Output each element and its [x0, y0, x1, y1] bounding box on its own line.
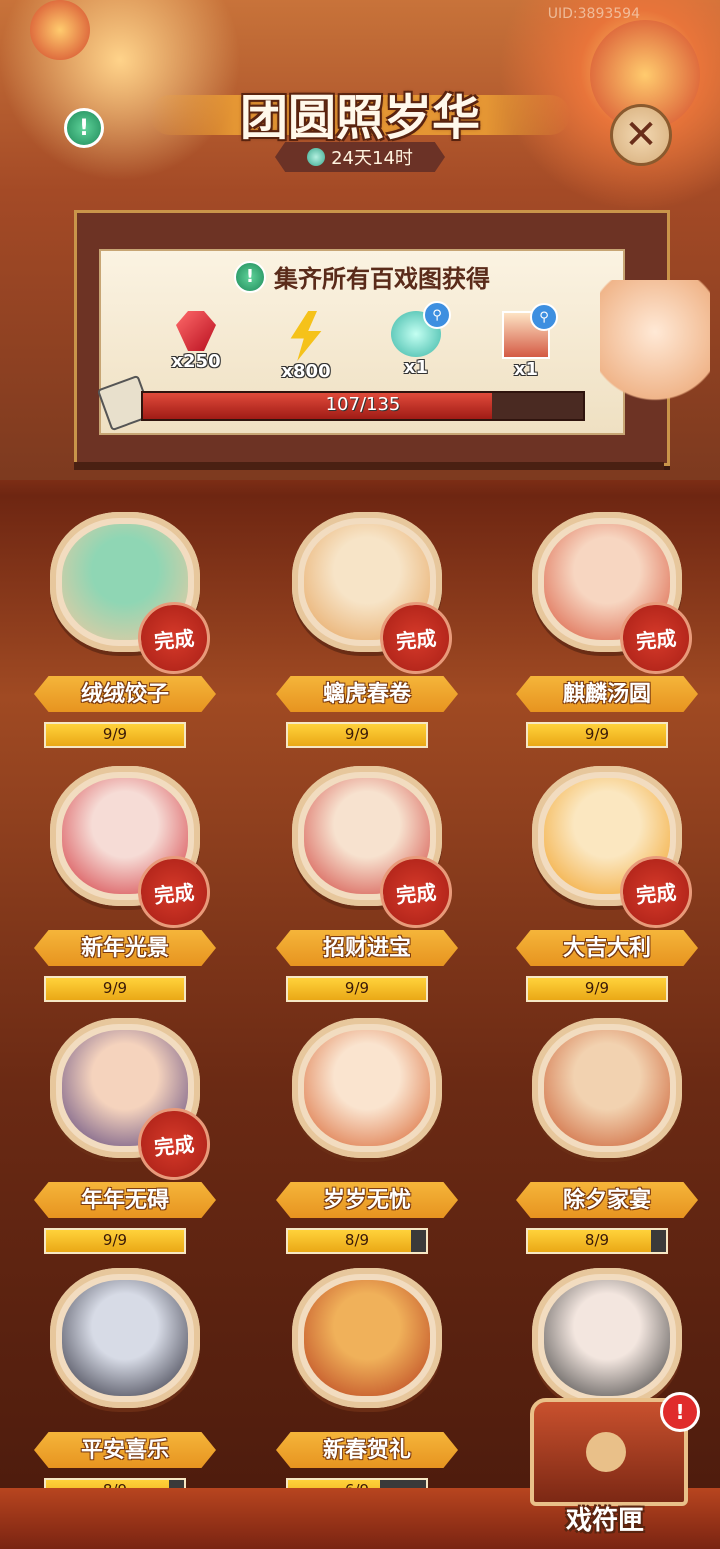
reward-qty: x800: [281, 361, 331, 382]
close-icon: ✕: [624, 112, 658, 158]
cat-mascot: [600, 280, 710, 410]
card-progress-text: 9/9: [344, 979, 370, 997]
card-progress-bar: 9/9: [526, 976, 668, 1002]
red-gem-icon: [176, 311, 216, 351]
reward-item[interactable]: x800: [261, 311, 351, 391]
collection-card[interactable]: 岁岁无忧 8/9: [272, 1018, 462, 1254]
collection-card[interactable]: 除夕家宴 8/9: [512, 1018, 702, 1254]
collection-card[interactable]: 完成 招财进宝 9/9: [272, 766, 462, 1002]
card-name: 招财进宝: [276, 930, 458, 966]
collection-card[interactable]: 完成 螭虎春卷 9/9: [272, 512, 462, 748]
card-name: 新春贺礼: [276, 1432, 458, 1468]
card-name: 除夕家宴: [516, 1182, 698, 1218]
close-button[interactable]: ✕: [610, 104, 672, 166]
card-progress-text: 9/9: [584, 979, 610, 997]
magnifier-icon[interactable]: ⚲: [423, 301, 451, 329]
collection-card[interactable]: 完成 麒麟汤圆 9/9: [512, 512, 702, 748]
collection-card[interactable]: 完成 年年无碍 9/9: [30, 1018, 220, 1254]
card-progress-bar: 9/9: [286, 976, 428, 1002]
magnifier-icon[interactable]: ⚲: [530, 303, 558, 331]
lightning-icon: [290, 311, 322, 361]
collection-card[interactable]: 平安喜乐8/9: [30, 1268, 220, 1504]
card-artwork: [304, 1280, 430, 1396]
reward-item[interactable]: ⚲ x1: [371, 301, 461, 391]
progress-text: 107/135: [325, 394, 401, 415]
collection-card[interactable]: 完成 绒绒饺子 9/9: [30, 512, 220, 748]
reward-heading-text: 集齐所有百戏图获得: [274, 265, 490, 293]
card-artwork: [62, 1280, 188, 1396]
collection-card[interactable]: 新春贺礼6/9: [272, 1268, 462, 1504]
reward-qty: x1: [513, 359, 539, 380]
reward-item[interactable]: ⚲ x1: [481, 303, 571, 391]
card-name: 绒绒饺子: [34, 676, 216, 712]
clock-icon: [307, 148, 326, 166]
card-name: 年年无碍: [34, 1182, 216, 1218]
card-progress-text: 8/9: [584, 1231, 610, 1249]
reward-qty: x250: [171, 351, 221, 372]
collection-card[interactable]: 完成 大吉大利 9/9: [512, 766, 702, 1002]
card-name: 新年光景: [34, 930, 216, 966]
card-artwork: [544, 1030, 670, 1146]
card-progress-text: 9/9: [102, 1231, 128, 1249]
card-progress-text: 9/9: [102, 725, 128, 743]
card-progress-bar: 8/9: [526, 1228, 668, 1254]
collection-card[interactable]: 完成 新年光景 9/9: [30, 766, 220, 1002]
card-progress-bar: 9/9: [44, 722, 186, 748]
chest-lock-icon: [586, 1432, 626, 1472]
card-progress-bar: 9/9: [44, 1228, 186, 1254]
card-name: 麒麟汤圆: [516, 676, 698, 712]
card-progress-bar: 9/9: [526, 722, 668, 748]
timer-text: 24天14时: [331, 148, 413, 169]
card-name: 岁岁无忧: [276, 1182, 458, 1218]
card-progress-bar: 9/9: [44, 976, 186, 1002]
reward-item[interactable]: x250: [151, 311, 241, 391]
card-progress-text: 9/9: [584, 725, 610, 743]
card-progress-text: 9/9: [102, 979, 128, 997]
reward-heading: ! 集齐所有百戏图获得: [101, 259, 623, 294]
card-name: 平安喜乐: [34, 1432, 216, 1468]
lantern-decoration: [30, 0, 90, 60]
portrait-card-icon: ⚲: [502, 303, 558, 359]
collection-progress-bar: 107/135: [141, 391, 585, 421]
reward-panel: ! 集齐所有百戏图获得 x250 x800 ⚲ x1 ⚲ x1 107/135: [74, 210, 670, 466]
shelf-divider: [74, 462, 664, 470]
card-artwork: [544, 1280, 670, 1396]
info-button[interactable]: !: [64, 108, 104, 148]
user-id-label: UID:3893594: [547, 6, 640, 22]
reward-qty: x1: [403, 357, 429, 378]
chest-label: 戏符匣: [565, 1506, 644, 1536]
jade-swirl-icon: ⚲: [391, 301, 451, 357]
card-progress-text: 9/9: [344, 725, 370, 743]
event-timer: 24天14时: [275, 142, 445, 172]
card-name: 螭虎春卷: [276, 676, 458, 712]
info-icon[interactable]: !: [234, 260, 266, 293]
card-progress-bar: 8/9: [286, 1228, 428, 1254]
alert-badge: !: [660, 1392, 700, 1432]
card-progress-text: 8/9: [344, 1231, 370, 1249]
card-artwork: [304, 1030, 430, 1146]
card-progress-bar: 9/9: [286, 722, 428, 748]
card-name: 大吉大利: [516, 930, 698, 966]
